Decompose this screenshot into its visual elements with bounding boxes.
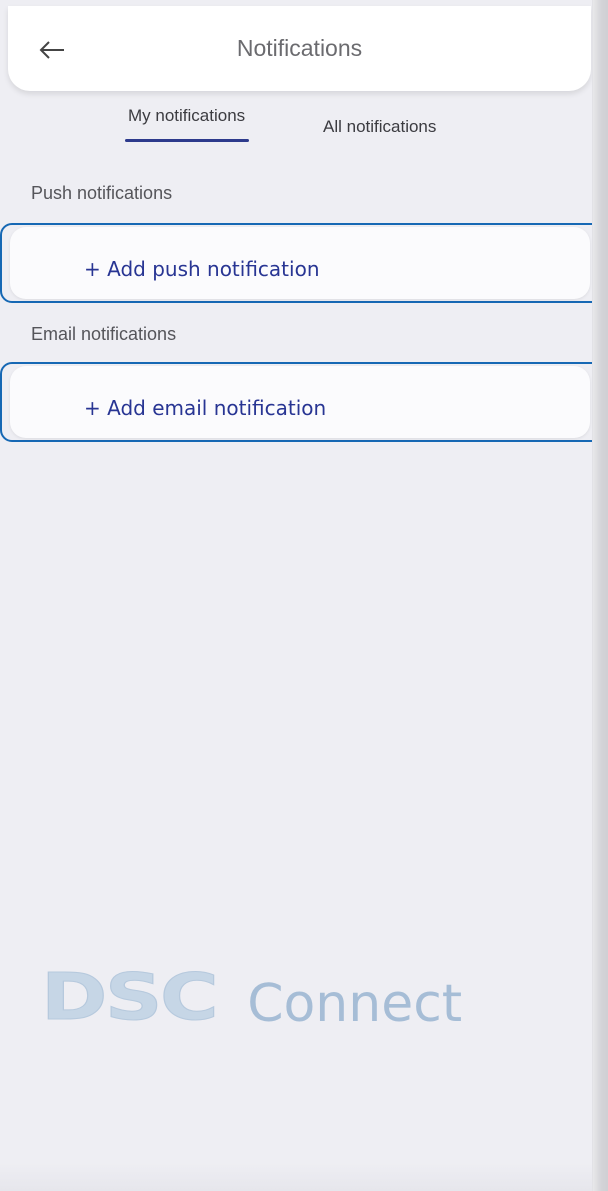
device-edge [592,0,608,1191]
add-email-notification-button[interactable]: + Add email notification [0,362,592,442]
add-push-notification-label: + Add push notification [84,257,320,281]
page-title: Notifications [236,35,363,61]
active-tab-indicator [125,139,250,142]
bottom-bar [0,1163,592,1191]
tab-my-notifications[interactable]: My notifications [125,106,250,142]
notifications-screen: Notifications My notifications All notif… [0,0,592,1191]
tab-my-notifications-label: My notifications [128,106,246,125]
push-notifications-heading: Push notifications [31,183,173,203]
email-notifications-heading: Email notifications [31,324,177,344]
notification-tabs: My notifications All notifications [0,98,592,148]
logo-word: Connect [247,974,463,1034]
dsc-connect-logo: DSC Connect [40,966,463,1034]
add-email-notification-label: + Add email notification [84,396,327,420]
logo-mark: DSC [40,961,219,1035]
tab-all-notifications[interactable]: All notifications [323,117,436,137]
add-push-notification-button[interactable]: + Add push notification [0,223,592,303]
tab-all-notifications-label: All notifications [323,117,437,136]
app-header: Notifications [8,6,591,91]
